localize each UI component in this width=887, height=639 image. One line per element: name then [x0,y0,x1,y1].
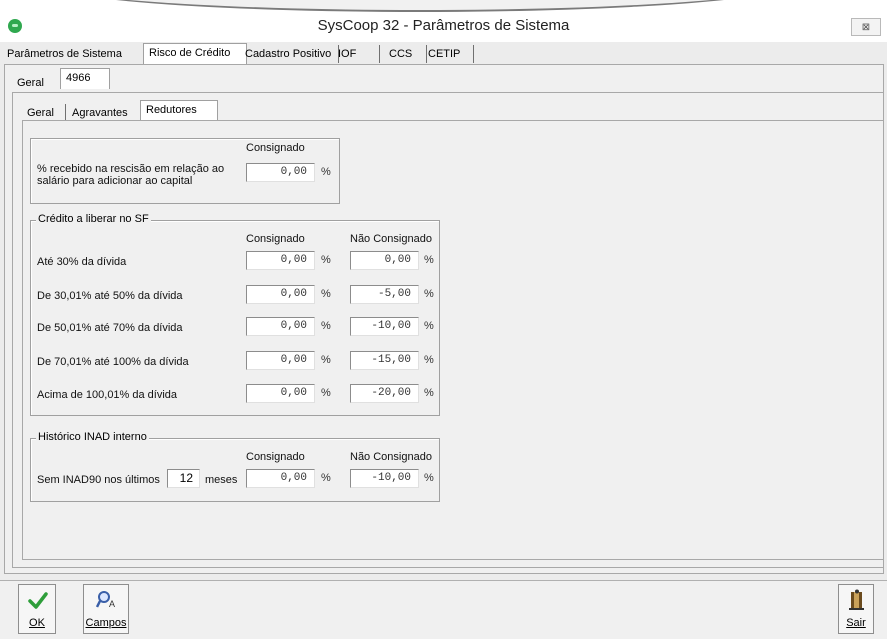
rescisao-consignado-header: Consignado [246,142,305,154]
tab-redutores[interactable]: Redutores [140,100,218,121]
tab-cetip[interactable]: CETIP [423,45,474,63]
tab-iof[interactable]: IOF [333,45,380,63]
percent-unit: % [424,254,434,266]
campos-button-label: Campos [85,617,127,629]
tab-label: Cadastro Positivo [245,48,332,60]
historico-consignado-header: Consignado [246,451,305,463]
exit-door-icon [849,589,864,610]
rescisao-label-line2: salário para adicionar ao capital [37,175,193,187]
credito-row-label: De 70,01% até 100% da dívida [37,356,189,368]
historico-label-suffix: meses [205,474,238,486]
search-fields-icon: A [96,591,115,609]
credito-nao-consignado-header: Não Consignado [350,233,432,245]
percent-unit: % [321,387,331,399]
bottom-toolbar [0,580,887,639]
tab-risco-credito[interactable]: Risco de Crédito [143,43,247,64]
percent-unit: % [321,472,331,484]
historico-nao-consignado-input[interactable]: -10,00 [350,469,419,488]
credito-row-label: De 30,01% até 50% da dívida [37,290,183,302]
percent-unit: % [321,166,331,178]
credito-consignado-input[interactable]: 0,00 [246,384,315,403]
sair-button[interactable]: Sair [838,584,874,634]
window-title: SysCoop 32 - Parâmetros de Sistema [317,17,570,34]
tab-label: 4966 [66,72,91,84]
credito-consignado-input[interactable]: 0,00 [246,251,315,270]
tab-label: IOF [338,48,357,60]
percent-unit: % [321,354,331,366]
historico-label-prefix: Sem INAD90 nos últimos [37,474,160,486]
credito-nao-consignado-input[interactable]: -5,00 [350,285,419,304]
percent-unit: % [321,254,331,266]
tab-label: Parâmetros de Sistema [7,48,122,60]
percent-unit: % [424,320,434,332]
tab-label: CETIP [428,48,461,60]
svg-text:A: A [109,599,115,609]
credito-nao-consignado-input[interactable]: -10,00 [350,317,419,336]
inner-tab-row: Geral Agravantes Redutores [22,100,222,122]
rescisao-label-line1: % recebido na rescisão em relação ao [37,163,225,175]
main-tab-row: Parâmetros de Sistema Risco de Crédito C… [2,43,882,64]
percent-unit: % [424,354,434,366]
percent-unit: % [424,288,434,300]
tab-label: Risco de Crédito [149,47,231,59]
campos-button[interactable]: A Campos [83,584,129,634]
checkmark-icon [28,592,48,609]
tab-parametros-sistema[interactable]: Parâmetros de Sistema [2,45,147,63]
tab-label: CCS [389,48,413,60]
historico-title: Histórico INAD interno [36,431,149,443]
tab-ccs[interactable]: CCS [384,45,427,63]
close-window-button[interactable]: ⊠ [851,18,881,36]
credito-row-label: De 50,01% até 70% da dívida [37,322,183,334]
credito-consignado-input[interactable]: 0,00 [246,351,315,370]
credito-liberar-title: Crédito a liberar no SF [36,213,151,225]
historico-months-input[interactable]: 12 [167,469,200,488]
tab-label: Agravantes [72,107,128,119]
historico-nao-consignado-header: Não Consignado [350,451,432,463]
credito-consignado-input[interactable]: 0,00 [246,317,315,336]
ok-button[interactable]: OK [18,584,56,634]
credito-row-label: Acima de 100,01% da dívida [37,389,178,401]
percent-unit: % [424,387,434,399]
tab-geral[interactable]: Geral [12,74,52,92]
credito-consignado-header: Consignado [246,233,305,245]
tab-label: Geral [27,107,54,119]
rescisao-consignado-input[interactable]: 0,00 [246,163,315,182]
historico-consignado-input[interactable]: 0,00 [246,469,315,488]
credito-nao-consignado-input[interactable]: -15,00 [350,351,419,370]
credito-consignado-input[interactable]: 0,00 [246,285,315,304]
percent-unit: % [321,288,331,300]
tab-label: Geral [17,77,44,89]
percent-unit: % [321,320,331,332]
percent-unit: % [424,472,434,484]
tab-cadastro-positivo[interactable]: Cadastro Positivo [240,45,339,63]
credito-nao-consignado-input[interactable]: -20,00 [350,384,419,403]
sub-tab-row: Geral 4966 [12,68,212,89]
sair-button-label: Sair [846,617,866,629]
tab-label: Redutores [146,104,197,116]
credito-row-label: Até 30% da dívida [37,256,127,268]
credito-nao-consignado-input[interactable]: 0,00 [350,251,419,270]
ok-button-label: OK [29,617,45,629]
tab-4966[interactable]: 4966 [60,68,110,89]
